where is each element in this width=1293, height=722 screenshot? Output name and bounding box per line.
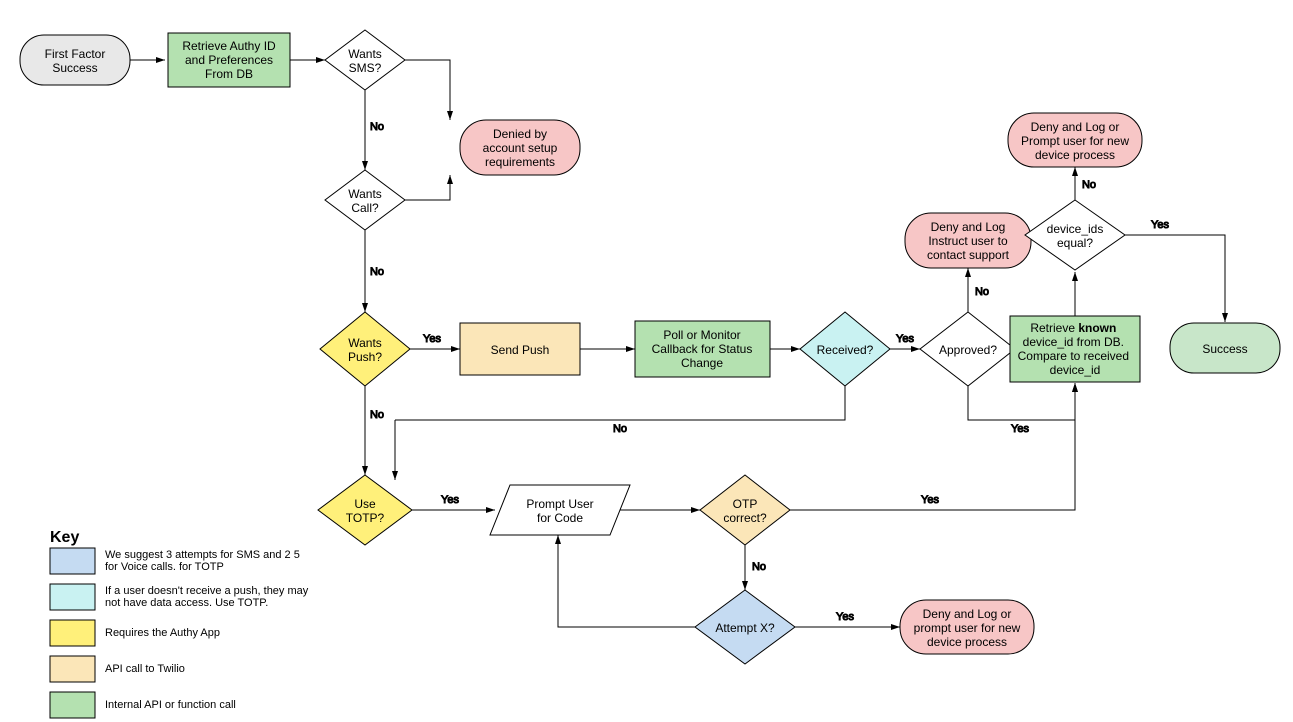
- key-item-3: API call to Twilio: [50, 656, 185, 682]
- node-denied-setup: Denied byaccount setuprequirements: [460, 120, 580, 175]
- node-use-totp: UseTOTP?: [318, 475, 412, 545]
- edge-received-no-a: [395, 386, 845, 420]
- node-retrieve-known: Retrieve known device_id from DB. Compar…: [1010, 316, 1140, 382]
- label-no-6: No: [1082, 179, 1096, 191]
- node-deny-contact: Deny and LogInstruct user tocontact supp…: [905, 213, 1031, 268]
- svg-text:API call to Twilio: API call to Twilio: [105, 663, 185, 675]
- node-received: Received?: [800, 312, 890, 386]
- label-yes-4: Yes: [1151, 219, 1169, 231]
- svg-text:WantsSMS?: WantsSMS?: [348, 47, 382, 75]
- svg-text:WantsCall?: WantsCall?: [348, 187, 382, 215]
- svg-text:If a user doesn't receive a pu: If a user doesn't receive a push, they m…: [105, 585, 309, 609]
- label-yes-7: Yes: [836, 611, 854, 623]
- key-item-2: Requires the Authy App: [50, 620, 220, 646]
- svg-text:First FactorSuccess: First FactorSuccess: [45, 47, 106, 75]
- key-item-0: We suggest 3 attempts for SMS and 2 5for…: [50, 548, 300, 574]
- svg-text:Deny and Log orprompt user for: Deny and Log orprompt user for newdevice…: [914, 607, 1021, 649]
- edge-attempt-no: [558, 535, 695, 627]
- node-prompt-user: Prompt Userfor Code: [490, 485, 630, 535]
- label-yes-1: Yes: [423, 333, 441, 345]
- label-no-5: No: [975, 286, 989, 298]
- label-no-1: No: [370, 121, 384, 133]
- node-approved: Approved?: [920, 312, 1015, 386]
- svg-text:Deny and Log orPrompt user for: Deny and Log orPrompt user for newdevice…: [1021, 120, 1129, 162]
- label-yes-3: Yes: [1011, 423, 1029, 435]
- node-wants-sms: WantsSMS?: [325, 30, 405, 90]
- node-wants-call: WantsCall?: [325, 170, 405, 230]
- label-no-7: No: [752, 561, 766, 573]
- svg-text:Key: Key: [50, 529, 79, 546]
- node-success: Success: [1170, 323, 1280, 373]
- label-no-3: No: [370, 409, 384, 421]
- node-send-push: Send Push: [460, 323, 580, 375]
- edge-approved-yes: [968, 383, 1075, 420]
- label-no-4: No: [613, 423, 627, 435]
- svg-text:Internal API or function call: Internal API or function call: [105, 699, 236, 711]
- label-no-2: No: [370, 266, 384, 278]
- svg-text:Success: Success: [1202, 342, 1247, 356]
- node-attempt-x: Attempt X?: [695, 590, 795, 664]
- label-yes-2: Yes: [896, 333, 914, 345]
- edge-wantscall-denied: [405, 175, 450, 200]
- node-retrieve-authy: Retrieve Authy IDand PreferencesFrom DB: [168, 33, 290, 87]
- svg-text:Received?: Received?: [817, 343, 874, 357]
- svg-text:WantsPush?: WantsPush?: [348, 336, 382, 364]
- edge-deviceids-yes: [1125, 235, 1225, 322]
- node-poll-monitor: Poll or MonitorCallback for StatusChange: [635, 321, 770, 377]
- node-deny-new-device: Deny and Log orPrompt user for newdevice…: [1008, 113, 1142, 167]
- label-yes-5: Yes: [441, 494, 459, 506]
- node-first-factor: First FactorSuccess: [20, 35, 130, 85]
- node-wants-push: WantsPush?: [320, 312, 410, 386]
- key-item-1: If a user doesn't receive a push, they m…: [50, 584, 309, 610]
- svg-text:Approved?: Approved?: [939, 343, 997, 357]
- svg-text:Attempt X?: Attempt X?: [715, 621, 775, 635]
- svg-text:We suggest 3 attempts for SMS: We suggest 3 attempts for SMS and 2 5for…: [105, 549, 300, 573]
- key-item-4: Internal API or function call: [50, 692, 236, 718]
- svg-text:Deny and LogInstruct user toco: Deny and LogInstruct user tocontact supp…: [927, 220, 1010, 262]
- node-device-ids: device_idsequal?: [1025, 200, 1125, 270]
- flowchart-canvas: No No Yes No Yes No No Yes No Yes Yes Ye…: [0, 0, 1293, 722]
- svg-text:Denied byaccount setuprequirem: Denied byaccount setuprequirements: [483, 127, 558, 169]
- key-legend: Key We suggest 3 attempts for SMS and 2 …: [50, 529, 309, 718]
- svg-text:Send Push: Send Push: [491, 343, 550, 357]
- node-deny-new-device-2: Deny and Log orprompt user for newdevice…: [900, 600, 1034, 654]
- svg-text:Requires the Authy App: Requires the Authy App: [105, 627, 220, 639]
- label-yes-6: Yes: [921, 494, 939, 506]
- edge-wantssms-denied: [405, 60, 450, 120]
- node-otp-correct: OTPcorrect?: [700, 475, 790, 545]
- edge-otp-yes: [790, 383, 1075, 510]
